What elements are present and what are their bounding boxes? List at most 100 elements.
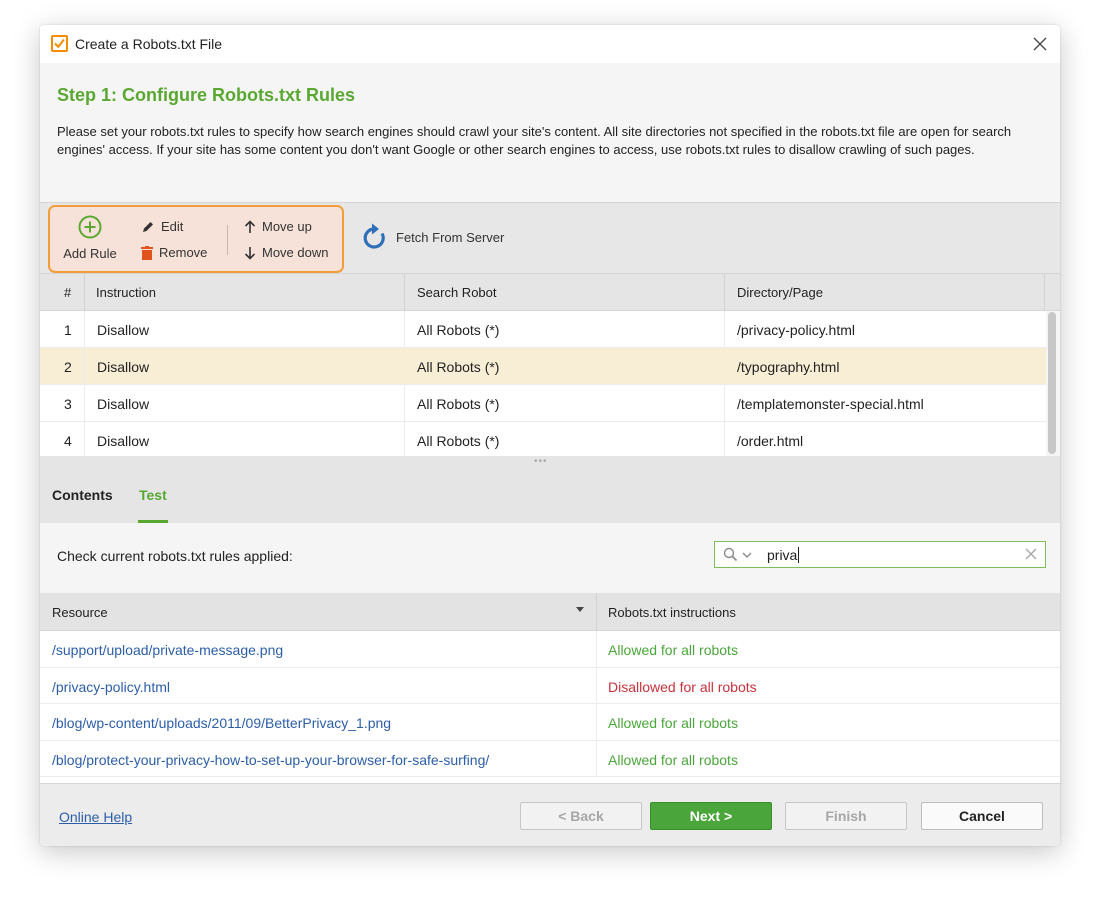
resource-link[interactable]: /blog/wp-content/uploads/2011/09/BetterP…: [52, 715, 391, 731]
rules-table-header: # Instruction Search Robot Directory/Pag…: [40, 274, 1060, 311]
rules-scrollbar[interactable]: [1048, 312, 1056, 454]
fetch-from-server-button[interactable]: Fetch From Server: [362, 223, 504, 251]
table-row[interactable]: 1 Disallow All Robots (*) /privacy-polic…: [40, 311, 1046, 348]
rule-robot: All Robots (*): [417, 322, 500, 338]
test-panel: Check current robots.txt rules applied: …: [40, 523, 1060, 593]
cell-divider: [724, 311, 725, 348]
search-input[interactable]: priva: [714, 541, 1046, 568]
table-row[interactable]: /support/upload/private-message.png Allo…: [40, 631, 1060, 668]
online-help-link[interactable]: Online Help: [59, 809, 132, 825]
col-header-number[interactable]: #: [64, 285, 71, 300]
check-rules-label: Check current robots.txt rules applied:: [57, 548, 293, 564]
table-row[interactable]: 4 Disallow All Robots (*) /order.html: [40, 422, 1046, 459]
status-text: Allowed for all robots: [608, 642, 738, 658]
column-divider: [84, 274, 85, 311]
search-value: priva: [767, 547, 800, 563]
window-title: Create a Robots.txt File: [75, 36, 223, 52]
column-divider: [724, 274, 725, 311]
add-rule-label: Add Rule: [63, 246, 117, 261]
robots-dialog: Create a Robots.txt File Step 1: Configu…: [40, 25, 1060, 846]
cancel-button[interactable]: Cancel: [921, 802, 1043, 830]
column-divider: [404, 274, 405, 311]
tabs-bar: Contents Test: [40, 468, 1060, 523]
col-header-instructions[interactable]: Robots.txt instructions: [608, 605, 736, 620]
rule-path: /templatemonster-special.html: [737, 396, 924, 412]
column-divider: [1044, 274, 1045, 311]
move-up-button[interactable]: Move up: [244, 219, 312, 234]
search-icon: [723, 547, 738, 562]
table-row[interactable]: /privacy-policy.html Disallowed for all …: [40, 667, 1060, 704]
rules-toolbar: Add Rule Edit Remove Move up Move down F…: [40, 202, 1060, 274]
pencil-icon: [143, 221, 153, 232]
rule-number: 2: [64, 359, 72, 375]
move-up-label: Move up: [262, 219, 312, 234]
rule-robot: All Robots (*): [417, 396, 500, 412]
grip-dots-icon: •••: [534, 456, 548, 467]
col-header-resource[interactable]: Resource: [52, 605, 108, 620]
arrow-down-icon: [244, 246, 256, 260]
cell-divider: [596, 740, 597, 777]
cell-divider: [724, 385, 725, 422]
remove-button[interactable]: Remove: [141, 245, 207, 260]
rule-number: 3: [64, 396, 72, 412]
dialog-footer: Online Help < Back Next > Finish Cancel: [40, 783, 1060, 846]
rule-instruction: Disallow: [97, 396, 150, 412]
cell-divider: [596, 667, 597, 704]
rule-path: /order.html: [737, 433, 804, 449]
rule-instruction: Disallow: [97, 433, 150, 449]
back-button[interactable]: < Back: [520, 802, 642, 830]
step-title: Step 1: Configure Robots.txt Rules: [57, 85, 356, 105]
clear-icon: [1025, 548, 1037, 560]
move-down-label: Move down: [262, 245, 329, 260]
edit-label: Edit: [161, 219, 184, 234]
close-icon: [1033, 37, 1047, 51]
rule-robot: All Robots (*): [417, 433, 500, 449]
rule-instruction: Disallow: [97, 322, 150, 338]
cell-divider: [724, 422, 725, 459]
cell-divider: [84, 422, 85, 459]
search-options[interactable]: [723, 547, 752, 562]
cell-divider: [596, 631, 597, 667]
edit-button[interactable]: Edit: [141, 219, 183, 234]
pane-splitter[interactable]: •••: [40, 456, 1060, 468]
resource-link[interactable]: /blog/protect-your-privacy-how-to-set-up…: [52, 752, 489, 768]
rule-instruction: Disallow: [97, 359, 150, 375]
plus-circle-icon: [78, 215, 102, 239]
resource-link[interactable]: /privacy-policy.html: [52, 679, 170, 695]
title-bar: Create a Robots.txt File: [40, 25, 1060, 63]
app-logo-icon: [51, 35, 68, 52]
table-row[interactable]: 3 Disallow All Robots (*) /templatemonst…: [40, 385, 1046, 422]
col-header-search-robot[interactable]: Search Robot: [417, 285, 497, 300]
cell-divider: [84, 348, 85, 385]
col-header-directory[interactable]: Directory/Page: [737, 285, 823, 300]
arrow-up-icon: [244, 219, 256, 233]
column-divider: [596, 593, 597, 631]
cell-divider: [84, 385, 85, 422]
cell-divider: [404, 422, 405, 459]
rule-number: 4: [64, 433, 72, 449]
close-button[interactable]: [1028, 32, 1052, 56]
move-down-button[interactable]: Move down: [244, 245, 328, 260]
table-row-selected[interactable]: 2 Disallow All Robots (*) /typography.ht…: [40, 348, 1046, 385]
remove-label: Remove: [159, 245, 208, 260]
step-description: Please set your robots.txt rules to spec…: [57, 124, 1012, 157]
clear-search-button[interactable]: [1023, 546, 1039, 565]
cell-divider: [84, 311, 85, 348]
table-row[interactable]: /blog/protect-your-privacy-how-to-set-up…: [40, 740, 1060, 777]
sort-down-icon[interactable]: [576, 607, 584, 613]
next-button[interactable]: Next >: [650, 802, 772, 830]
tab-contents[interactable]: Contents: [52, 487, 113, 503]
rule-number: 1: [64, 322, 72, 338]
results-table-header: Resource Robots.txt instructions: [40, 593, 1060, 631]
finish-button[interactable]: Finish: [785, 802, 907, 830]
status-text: Allowed for all robots: [608, 751, 738, 768]
fetch-label: Fetch From Server: [396, 229, 505, 245]
tab-test[interactable]: Test: [139, 487, 167, 503]
table-row[interactable]: /blog/wp-content/uploads/2011/09/BetterP…: [40, 704, 1060, 741]
col-header-instruction[interactable]: Instruction: [96, 285, 156, 300]
rule-path: /privacy-policy.html: [737, 322, 855, 338]
rule-actions-group: Add Rule Edit Remove Move up Move down: [48, 205, 344, 273]
resource-link[interactable]: /support/upload/private-message.png: [52, 642, 283, 658]
cell-divider: [596, 704, 597, 740]
add-rule-button[interactable]: Add Rule: [62, 215, 118, 261]
